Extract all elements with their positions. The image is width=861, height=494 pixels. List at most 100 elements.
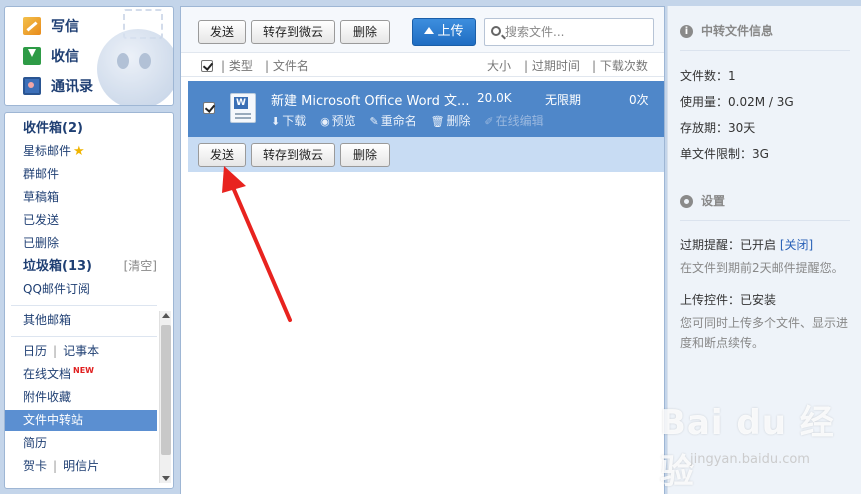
baidu-watermark: Bai du 经验 xyxy=(660,403,835,492)
file-size: 20.0K xyxy=(477,91,512,105)
compose-link[interactable]: 写信 xyxy=(23,15,79,37)
receive-link[interactable]: 收信 xyxy=(23,45,79,67)
nav-starred-label: 星标邮件 xyxy=(23,144,72,158)
delete-label: 删除 xyxy=(446,114,471,128)
nav-divider xyxy=(11,336,157,337)
eye-icon: ◉ xyxy=(320,115,330,128)
rename-label: 重命名 xyxy=(380,114,417,128)
qq-penguin-logo xyxy=(97,29,173,105)
send-button[interactable]: 发送 xyxy=(198,20,246,44)
nav-drafts[interactable]: 草稿箱 xyxy=(5,187,157,208)
nav-notepad[interactable]: 记事本 xyxy=(63,344,99,358)
nav-greeting-card[interactable]: 贺卡 xyxy=(23,459,47,473)
expire-reminder: 过期提醒：已开启 [关闭] xyxy=(680,236,813,253)
scroll-thumb[interactable] xyxy=(161,325,171,455)
retention: 存放期：30天 xyxy=(680,121,756,135)
column-header: | 类型 | 文件名 大小 | 过期时间 | 下载次数 xyxy=(181,55,664,77)
folder-nav: 收件箱(2) 星标邮件 ★ 群邮件 草稿箱 已发送 已删除 垃圾箱(13) [清空… xyxy=(4,112,174,489)
file-expire: 无限期 xyxy=(545,93,582,107)
inbox-download-icon xyxy=(23,47,41,65)
contacts-label: 通讯录 xyxy=(51,79,93,95)
info-icon: i xyxy=(680,24,693,38)
save-to-weiyun-button[interactable]: 转存到微云 xyxy=(251,20,335,44)
scroll-down-icon[interactable] xyxy=(162,476,170,481)
nav-sent[interactable]: 已发送 xyxy=(5,210,157,231)
gear-icon xyxy=(680,194,693,208)
trash-icon: 🗑 xyxy=(430,115,445,128)
col-expire: | 过期时间 xyxy=(524,59,580,73)
settings-title: 设置 xyxy=(701,194,726,208)
usage: 使用量：0.02M / 3G xyxy=(680,95,794,109)
info-title: 中转文件信息 xyxy=(701,24,774,38)
info-divider xyxy=(680,50,850,51)
nav-online-docs-label: 在线文档 xyxy=(23,367,72,381)
close-reminder-link[interactable]: [关闭] xyxy=(780,238,813,252)
scroll-up-icon[interactable] xyxy=(162,313,170,318)
nav-calendar[interactable]: 日历 xyxy=(23,344,47,358)
info-section-title: i 中转文件信息 xyxy=(680,21,773,41)
delete-action[interactable]: 🗑 删除 xyxy=(431,114,471,128)
nav-file-transfer[interactable]: 文件中转站 xyxy=(5,410,157,431)
top-toolbar: 发送 转存到微云 删除 上传 xyxy=(181,7,664,53)
upload-control: 上传控件：已安装 xyxy=(680,293,777,307)
contacts-icon xyxy=(23,77,41,95)
col-filename: | 文件名 xyxy=(265,59,309,73)
nav-spam-label: 垃圾箱(13) xyxy=(23,259,92,274)
annotation-arrow xyxy=(222,166,292,322)
pencil-icon: ✎ xyxy=(369,115,379,128)
quick-links-panel: 写信 收信 通讯录 xyxy=(4,6,174,106)
watermark-url: jingyan.baidu.com xyxy=(690,452,810,467)
compose-label: 写信 xyxy=(51,19,79,35)
settings-divider xyxy=(680,220,850,221)
upload-button[interactable]: 上传 xyxy=(412,18,476,46)
word-document-icon xyxy=(230,93,256,123)
delete-button[interactable]: 删除 xyxy=(340,20,390,44)
nav-card-postcard: 贺卡 | 明信片 xyxy=(5,456,157,477)
expire-reminder-label: 过期提醒：已开启 xyxy=(680,238,777,252)
nav-scrollbar[interactable] xyxy=(159,311,171,483)
nav-group-mail[interactable]: 群邮件 xyxy=(5,164,157,185)
compose-icon xyxy=(23,17,41,35)
nav-separator: | xyxy=(53,459,58,473)
nav-resume[interactable]: 简历 xyxy=(5,433,157,454)
nav-inbox[interactable]: 收件箱(2) xyxy=(5,118,157,139)
file-count: 文件数：1 xyxy=(680,69,736,83)
nav-starred[interactable]: 星标邮件 ★ xyxy=(5,141,157,162)
expire-note: 在文件到期前2天邮件提醒您。 xyxy=(680,261,844,275)
row-checkbox[interactable] xyxy=(203,102,215,114)
clear-spam-link[interactable]: [清空] xyxy=(124,256,157,277)
new-badge: NEW xyxy=(73,366,94,375)
download-arrow-icon: ⬇ xyxy=(271,115,281,128)
search-box[interactable] xyxy=(484,18,654,46)
select-all-checkbox[interactable] xyxy=(201,60,213,72)
rename-action[interactable]: ✎ 重命名 xyxy=(370,114,417,128)
search-input[interactable] xyxy=(505,22,649,42)
table-row[interactable]: 新建 Microsoft Office Word 文... 20.0K 无限期 … xyxy=(188,81,664,137)
online-edit-label: 在线编辑 xyxy=(495,114,544,128)
download-action[interactable]: ⬇ 下载 xyxy=(271,114,306,128)
edit-icon: ✐ xyxy=(484,115,494,128)
preview-action[interactable]: ◉ 预览 xyxy=(320,114,356,128)
nav-deleted[interactable]: 已删除 xyxy=(5,233,157,254)
online-edit-action[interactable]: ✐ 在线编辑 xyxy=(484,114,543,128)
upload-note: 您可同时上传多个文件、显示进度和断点续传。 xyxy=(680,316,849,350)
col-downloads: | 下载次数 xyxy=(592,59,648,73)
upload-label: 上传 xyxy=(437,24,464,39)
nav-separator: | xyxy=(53,344,58,358)
search-icon xyxy=(491,26,501,36)
nav-spam[interactable]: 垃圾箱(13) [清空] xyxy=(5,256,157,277)
col-type: | 类型 xyxy=(221,59,253,73)
nav-postcard[interactable]: 明信片 xyxy=(63,459,99,473)
nav-other-mailbox[interactable]: 其他邮箱 xyxy=(5,310,157,331)
nav-attachments[interactable]: 附件收藏 xyxy=(5,387,157,408)
settings-section-title: 设置 xyxy=(680,191,725,211)
preview-label: 预览 xyxy=(331,114,356,128)
col-size: 大小 xyxy=(487,59,512,73)
file-name[interactable]: 新建 Microsoft Office Word 文... xyxy=(271,90,469,109)
nav-subscription[interactable]: QQ邮件订阅 xyxy=(5,279,157,300)
nav-calendar-notepad: 日历 | 记事本 xyxy=(5,341,157,362)
row-actions: ⬇ 下载 ◉ 预览 ✎ 重命名 🗑 删除 ✐ 在线编辑 xyxy=(271,112,554,129)
contacts-link[interactable]: 通讯录 xyxy=(23,75,93,97)
nav-online-docs[interactable]: 在线文档 NEW xyxy=(5,364,157,385)
row-delete-button[interactable]: 删除 xyxy=(340,143,390,167)
